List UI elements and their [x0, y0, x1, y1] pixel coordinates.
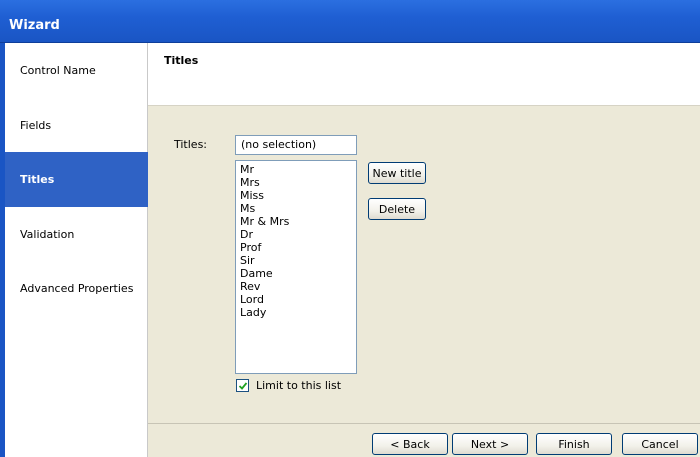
- sidebar-item-label: Validation: [20, 228, 75, 241]
- limit-to-list-checkbox[interactable]: [236, 379, 249, 392]
- list-item[interactable]: Dr: [240, 228, 352, 241]
- window-titlebar[interactable]: Wizard: [0, 0, 700, 43]
- limit-to-list-label: Limit to this list: [256, 379, 342, 392]
- titles-selection-field[interactable]: (no selection): [235, 135, 357, 155]
- list-item[interactable]: Rev: [240, 280, 352, 293]
- sidebar-item-label: Control Name: [20, 64, 96, 77]
- sidebar-item-label: Fields: [20, 119, 52, 132]
- list-item[interactable]: Sir: [240, 254, 352, 267]
- page-title: Titles: [164, 54, 199, 67]
- sidebar-item-titles[interactable]: Titles: [5, 152, 148, 207]
- list-item[interactable]: Mr: [240, 163, 352, 176]
- list-item[interactable]: Lady: [240, 306, 352, 319]
- checkmark-icon: [238, 381, 247, 390]
- new-title-button[interactable]: New title: [368, 162, 426, 184]
- list-item[interactable]: Mr & Mrs: [240, 215, 352, 228]
- sidebar-item-fields[interactable]: Fields: [5, 98, 148, 153]
- sidebar-item-label: Advanced Properties: [20, 282, 134, 295]
- delete-button[interactable]: Delete: [368, 198, 426, 220]
- sidebar-item-label: Titles: [20, 173, 55, 186]
- list-item[interactable]: Miss: [240, 189, 352, 202]
- list-item[interactable]: Mrs: [240, 176, 352, 189]
- back-button[interactable]: < Back: [372, 433, 448, 455]
- list-item[interactable]: Ms: [240, 202, 352, 215]
- next-button[interactable]: Next >: [452, 433, 528, 455]
- titles-label: Titles:: [174, 138, 208, 151]
- content-panel: [148, 105, 700, 423]
- titles-listbox[interactable]: Mr Mrs Miss Ms Mr & Mrs Dr Prof Sir Dame…: [235, 160, 357, 374]
- list-item[interactable]: Prof: [240, 241, 352, 254]
- cancel-button[interactable]: Cancel: [622, 433, 698, 455]
- page-header: Titles: [148, 43, 700, 105]
- finish-button[interactable]: Finish: [536, 433, 612, 455]
- sidebar-item-advanced-properties[interactable]: Advanced Properties: [5, 261, 148, 316]
- sidebar-item-validation[interactable]: Validation: [5, 207, 148, 262]
- sidebar-item-control-name[interactable]: Control Name: [5, 43, 148, 98]
- list-item[interactable]: Dame: [240, 267, 352, 280]
- window-title: Wizard: [9, 18, 60, 33]
- list-item[interactable]: Lord: [240, 293, 352, 306]
